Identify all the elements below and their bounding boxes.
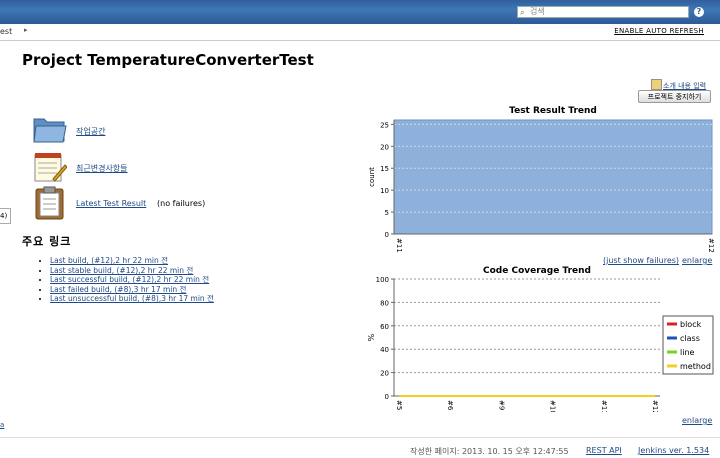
- changes-link[interactable]: 최근변경사항들: [76, 163, 128, 174]
- y-tick-label: 100: [376, 276, 389, 284]
- breadcrumb-arrow-icon[interactable]: ▸: [24, 26, 28, 34]
- y-tick-label: 25: [380, 121, 389, 129]
- no-failures-label: (no failures): [157, 199, 206, 208]
- legend-label-block: block: [680, 320, 702, 329]
- test-count-area: [393, 119, 713, 235]
- clipboard-icon[interactable]: [35, 186, 65, 220]
- y-tick-label: 60: [380, 323, 389, 331]
- latest-test-result-link[interactable]: Latest Test Result: [76, 199, 146, 208]
- y-tick-label: 0: [385, 393, 389, 401]
- notepad-icon[interactable]: [33, 151, 67, 183]
- breadcrumb: est ▸ ENABLE AUTO REFRESH: [0, 24, 720, 41]
- permalink-last-stable[interactable]: Last stable build, (#12),2 hr 22 min 전: [50, 266, 214, 276]
- footer: 작성한 페이지: 2013. 10. 15 오후 12:47:55 REST A…: [0, 437, 720, 458]
- permalink-label[interactable]: Last successful build, (#12),2 hr 22 min…: [50, 275, 209, 284]
- jenkins-version-link[interactable]: Jenkins ver. 1.534: [638, 446, 709, 455]
- x-tick-label: #12: [707, 238, 715, 253]
- auto-refresh-link[interactable]: ENABLE AUTO REFRESH: [614, 27, 704, 35]
- permalink-last-failed[interactable]: Last failed build, (#8),3 hr 17 min 전: [50, 285, 214, 295]
- x-tick-label: #5: [395, 400, 403, 410]
- y-tick-label: 10: [380, 187, 389, 195]
- permalink-label[interactable]: Last build, (#12),2 hr 22 min 전: [50, 256, 168, 265]
- permalink-label[interactable]: Last unsuccessful build, (#8),3 hr 17 mi…: [50, 294, 214, 303]
- page-title: Project TemperatureConverterTest: [22, 51, 314, 69]
- chart-title: Test Result Trend: [509, 106, 597, 116]
- y-tick-label: 20: [380, 370, 389, 378]
- legend-label-method: method: [680, 362, 711, 371]
- search-icon: ⌕: [520, 8, 525, 17]
- workspace-link[interactable]: 작업공간: [76, 126, 105, 137]
- permalink-last-unsuccessful[interactable]: Last unsuccessful build, (#8),3 hr 17 mi…: [50, 294, 214, 304]
- code-coverage-trend-chart: Code Coverage Trend 0 20 40 60 80 100 #5 #6 #9 #10…: [367, 266, 714, 412]
- edit-description-label[interactable]: 소개 내용 입력: [663, 82, 706, 90]
- permalink-last-successful[interactable]: Last successful build, (#12),2 hr 22 min…: [50, 275, 214, 285]
- top-header: ⌕ 검색 ?: [0, 0, 720, 24]
- y-axis-label: %: [367, 333, 376, 341]
- help-icon[interactable]: ?: [694, 7, 704, 17]
- notepad-icon: [651, 79, 662, 90]
- y-tick-label: 5: [385, 209, 389, 217]
- x-tick-label: #9: [497, 400, 505, 410]
- side-link[interactable]: a: [0, 421, 4, 429]
- coverage-enlarge-link[interactable]: enlarge: [682, 416, 712, 425]
- permalink-label[interactable]: Last failed build, (#8),3 hr 17 min 전: [50, 285, 186, 294]
- generated-timestamp: 작성한 페이지: 2013. 10. 15 오후 12:47:55: [410, 447, 569, 456]
- x-tick-label: #10: [549, 400, 557, 412]
- x-tick-label: #11: [395, 238, 403, 253]
- chart-title: Code Coverage Trend: [483, 266, 591, 276]
- x-tick-label: #11: [600, 400, 608, 412]
- breadcrumb-item[interactable]: est: [0, 27, 12, 36]
- x-tick-label: #6: [446, 400, 454, 411]
- legend-label-class: class: [680, 334, 700, 343]
- legend-label-line: line: [680, 348, 695, 357]
- permalinks-list: Last build, (#12),2 hr 22 min 전 Last sta…: [40, 256, 214, 304]
- x-tick-label: #12: [651, 400, 659, 412]
- folder-icon[interactable]: [32, 113, 68, 145]
- y-tick-label: 15: [380, 165, 389, 173]
- permalinks-title: 주요 링크: [22, 235, 72, 248]
- y-tick-label: 0: [385, 231, 389, 239]
- search-input[interactable]: ⌕ 검색: [517, 6, 689, 18]
- permalink-last-build[interactable]: Last build, (#12),2 hr 22 min 전: [50, 256, 214, 266]
- test-result-trend-chart: Test Result Trend 0 5 10 15 20 25 #11 #12 count: [368, 106, 715, 253]
- side-panel-tab[interactable]: 4): [0, 208, 11, 224]
- y-tick-label: 20: [380, 143, 389, 151]
- y-tick-label: 40: [380, 346, 389, 354]
- search-placeholder: 검색: [530, 7, 545, 16]
- y-tick-label: 80: [380, 299, 389, 307]
- y-axis-label: count: [368, 167, 376, 187]
- permalink-label[interactable]: Last stable build, (#12),2 hr 22 min 전: [50, 266, 193, 275]
- rest-api-link[interactable]: REST API: [586, 446, 622, 455]
